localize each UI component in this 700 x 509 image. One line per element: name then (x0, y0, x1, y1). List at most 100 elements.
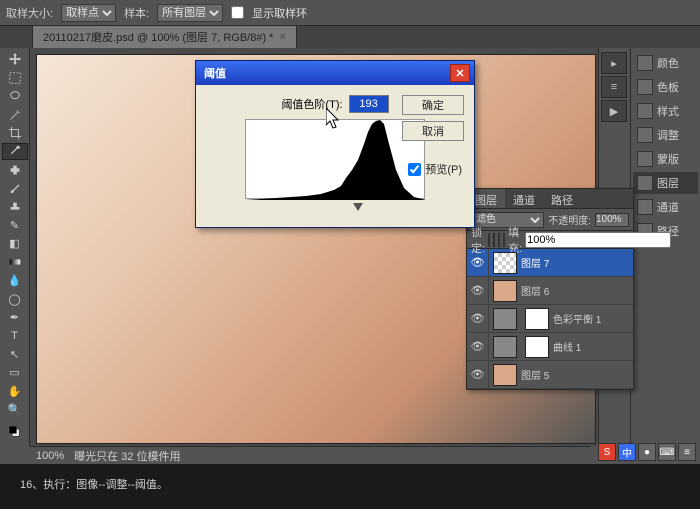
tray-icon[interactable]: ● (638, 443, 656, 461)
crop-tool-icon[interactable] (2, 125, 28, 141)
lock-all-icon[interactable] (503, 233, 505, 247)
color-panel-icon (637, 55, 653, 71)
sample-select[interactable]: 所有图层 (157, 4, 223, 22)
lock-pixel-icon[interactable] (493, 233, 495, 247)
panel-channels[interactable]: 通道 (633, 196, 698, 218)
layer-list: 👁图层 7 👁图层 6 👁色彩平衡 1 👁曲线 1 👁图层 5 (467, 249, 633, 389)
lasso-tool-icon[interactable] (2, 88, 28, 104)
tab-paths[interactable]: 路径 (543, 189, 581, 208)
panel-swatch[interactable]: 色板 (633, 76, 698, 98)
caption: 16、执行：图像--调整--阈值。 (0, 464, 700, 509)
layer-row[interactable]: 👁图层 6 (467, 277, 633, 305)
sample-size-select[interactable]: 取样点 (61, 4, 116, 22)
eraser-tool-icon[interactable]: ◧ (2, 236, 28, 252)
hand-tool-icon[interactable]: ✋ (2, 383, 28, 399)
toolbox: ✎ ◧ 💧 ◯ ✒ T ↖ ▭ ✋ 🔍 (0, 48, 30, 446)
gradient-tool-icon[interactable] (2, 254, 28, 270)
layers-panel-icon (637, 175, 653, 191)
lock-pos-icon[interactable] (498, 233, 500, 247)
shape-tool-icon[interactable]: ▭ (2, 365, 28, 381)
layer-row[interactable]: 👁图层 5 (467, 361, 633, 389)
cursor-icon (326, 108, 344, 132)
layer-thumb (493, 252, 517, 274)
panel-styles[interactable]: 样式 (633, 100, 698, 122)
panel-layers[interactable]: 图层 (633, 172, 698, 194)
tray-icon[interactable]: ≡ (678, 443, 696, 461)
preview-checkbox[interactable] (408, 163, 421, 176)
fill-input[interactable] (525, 232, 671, 248)
heal-tool-icon[interactable] (2, 162, 28, 178)
cancel-button[interactable]: 取消 (402, 121, 464, 141)
eye-icon[interactable]: 👁 (467, 305, 489, 332)
layer-row[interactable]: 👁色彩平衡 1 (467, 305, 633, 333)
threshold-level-input[interactable] (349, 95, 389, 113)
eye-icon[interactable]: 👁 (467, 277, 489, 304)
preview-label: 预览(P) (425, 161, 462, 177)
eye-icon[interactable]: 👁 (467, 361, 489, 388)
panel-mask[interactable]: 蒙版 (633, 148, 698, 170)
tray-icon[interactable]: 中 (618, 443, 636, 461)
marquee-tool-icon[interactable] (2, 69, 28, 85)
zoom-level[interactable]: 100% (36, 450, 64, 462)
dialog-close-button[interactable]: ✕ (450, 64, 470, 82)
adjust-panel-icon (637, 127, 653, 143)
system-tray: S 中 ● ⌨ ≡ (598, 443, 696, 461)
dock-expand-icon[interactable]: ▸ (601, 52, 627, 74)
close-tab-icon[interactable]: × (279, 31, 285, 43)
brush-tool-icon[interactable] (2, 180, 28, 196)
swatch-panel-icon (637, 79, 653, 95)
layers-panel: 图层 通道 路径 滤色 不透明度: 锁定: 填充: 👁图层 7 👁图层 6 👁色… (466, 188, 634, 390)
dialog-title: 阈值 (204, 65, 226, 81)
layer-thumb (493, 336, 517, 358)
sample-label: 样本: (124, 5, 149, 21)
wand-tool-icon[interactable] (2, 106, 28, 122)
tray-icon[interactable]: S (598, 443, 616, 461)
tab-title: 20110217磨皮.psd @ 100% (图层 7, RGB/8#) * (43, 29, 273, 45)
panel-color[interactable]: 颜色 (633, 52, 698, 74)
channels-panel-icon (637, 199, 653, 215)
show-ring-label: 显示取样环 (252, 5, 307, 21)
eye-icon[interactable]: 👁 (467, 249, 489, 276)
dock-actions-icon[interactable]: ▶ (601, 100, 627, 122)
document-tab[interactable]: 20110217磨皮.psd @ 100% (图层 7, RGB/8#) * × (32, 25, 297, 48)
threshold-dialog: 阈值 ✕ 阈值色阶(T): 确定 取消 预览(P) (195, 60, 475, 228)
document-tabs: 20110217磨皮.psd @ 100% (图层 7, RGB/8#) * × (0, 26, 700, 48)
dock-history-icon[interactable]: ≡ (601, 76, 627, 98)
tray-icon[interactable]: ⌨ (658, 443, 676, 461)
mask-thumb (525, 336, 549, 358)
lock-trans-icon[interactable] (488, 233, 490, 247)
mask-panel-icon (637, 151, 653, 167)
status-bar: 100% 曝光只在 32 位模件用 (30, 446, 590, 464)
zoom-tool-icon[interactable]: 🔍 (2, 402, 28, 418)
caption-text: 16、执行：图像--调整--阈值。 (20, 479, 168, 491)
status-info: 曝光只在 32 位模件用 (74, 448, 180, 464)
opacity-label: 不透明度: (548, 212, 591, 227)
panel-adjust[interactable]: 调整 (633, 124, 698, 146)
sample-size-label: 取样大小: (6, 5, 53, 21)
pen-tool-icon[interactable]: ✒ (2, 309, 28, 325)
layer-row[interactable]: 👁图层 7 (467, 249, 633, 277)
ok-button[interactable]: 确定 (402, 95, 464, 115)
show-ring-checkbox[interactable] (231, 6, 244, 19)
blur-tool-icon[interactable]: 💧 (2, 272, 28, 288)
layer-thumb (493, 280, 517, 302)
opacity-input[interactable] (595, 213, 629, 227)
type-tool-icon[interactable]: T (2, 328, 28, 344)
eyedropper-tool-icon[interactable] (2, 143, 28, 159)
slider-thumb-icon[interactable] (353, 203, 363, 211)
color-swatch-icon[interactable] (2, 420, 28, 443)
dialog-titlebar[interactable]: 阈值 ✕ (196, 61, 474, 85)
move-tool-icon[interactable] (2, 51, 28, 67)
eye-icon[interactable]: 👁 (467, 333, 489, 360)
stamp-tool-icon[interactable] (2, 199, 28, 215)
threshold-slider[interactable] (245, 205, 425, 217)
options-bar: 取样大小: 取样点 样本: 所有图层 显示取样环 (0, 0, 700, 26)
tab-channels[interactable]: 通道 (505, 189, 543, 208)
mask-thumb (525, 308, 549, 330)
layer-row[interactable]: 👁曲线 1 (467, 333, 633, 361)
layer-thumb (493, 308, 517, 330)
layer-thumb (493, 364, 517, 386)
path-tool-icon[interactable]: ↖ (2, 346, 28, 362)
history-brush-icon[interactable]: ✎ (2, 217, 28, 233)
dodge-tool-icon[interactable]: ◯ (2, 291, 28, 307)
